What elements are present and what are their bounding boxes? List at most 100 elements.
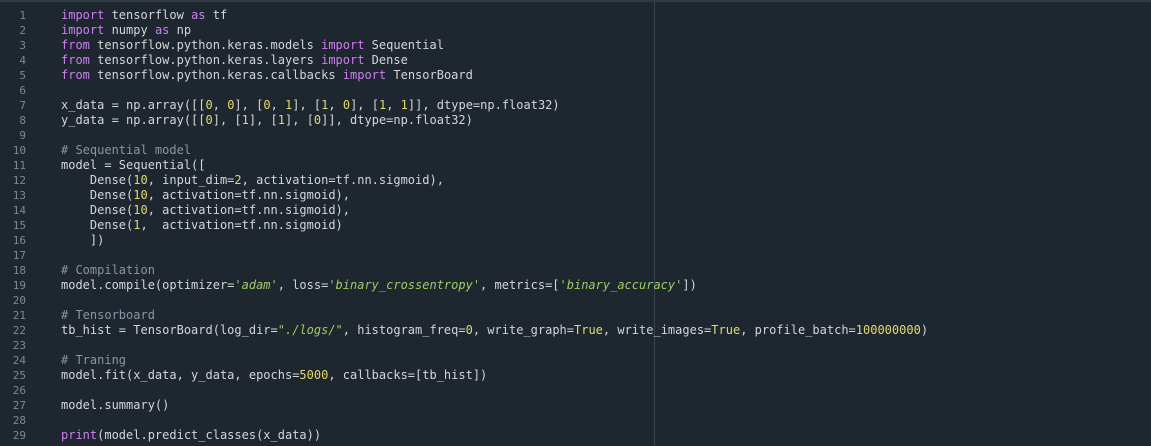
code-line[interactable]: 11 model = Sequential([ xyxy=(0,158,1151,173)
line-number: 22 xyxy=(12,324,26,337)
code-line[interactable]: 5 from tensorflow.python.keras.callbacks … xyxy=(0,68,1151,83)
code-text[interactable]: import numpy as np xyxy=(61,23,191,38)
code-token: 0 xyxy=(465,323,473,337)
code-text[interactable]: # Compilation xyxy=(61,263,155,278)
code-line[interactable]: 3 from tensorflow.python.keras.models imp… xyxy=(0,38,1151,53)
code-line[interactable]: 10 # Sequential model xyxy=(0,143,1151,158)
code-text[interactable]: model.summary() xyxy=(61,398,169,413)
code-line[interactable]: 13 Dense(10, activation=tf.nn.sigmoid), xyxy=(0,188,1151,203)
code-line[interactable]: 2 import numpy as np xyxy=(0,23,1151,38)
code-text[interactable]: model = Sequential([ xyxy=(61,158,206,173)
code-token: ]], dtype=np.float32) xyxy=(407,98,560,112)
code-token: , activation=tf.nn.sigmoid), xyxy=(147,203,350,217)
code-text[interactable]: from tensorflow.python.keras.callbacks i… xyxy=(61,68,473,83)
code-token: , write_graph= xyxy=(472,323,574,337)
code-token: # Sequential model xyxy=(61,143,192,157)
code-text[interactable]: import tensorflow as tf xyxy=(61,8,227,23)
code-line[interactable]: 25 model.fit(x_data, y_data, epochs=5000,… xyxy=(0,368,1151,383)
code-token: 10 xyxy=(133,188,148,202)
code-token: tensorflow xyxy=(104,8,192,22)
code-token: TensorBoard xyxy=(386,68,473,82)
code-text[interactable]: x_data = np.array([[0, 0], [0, 1], [1, 0… xyxy=(61,98,560,113)
code-line[interactable]: 9 xyxy=(0,128,1151,143)
code-text[interactable]: # Tensorboard xyxy=(61,308,155,323)
code-token: Dense( xyxy=(61,188,134,202)
code-line[interactable]: 21 # Tensorboard xyxy=(0,308,1151,323)
line-number: 13 xyxy=(12,189,26,202)
line-number: 16 xyxy=(12,234,26,247)
code-token: 1 xyxy=(241,113,249,127)
code-text[interactable]: Dense(10, activation=tf.nn.sigmoid), xyxy=(61,203,350,218)
line-number: 12 xyxy=(12,174,26,187)
code-line[interactable]: 6 xyxy=(0,83,1151,98)
code-text[interactable]: model.compile(optimizer='adam', loss='bi… xyxy=(61,278,697,293)
code-text[interactable]: tb_hist = TensorBoard(log_dir="./logs/",… xyxy=(61,323,928,338)
code-token: import xyxy=(342,68,387,82)
code-lines[interactable]: 1 import tensorflow as tf 2 import numpy as… xyxy=(0,8,1151,443)
code-line[interactable]: 14 Dense(10, activation=tf.nn.sigmoid), xyxy=(0,203,1151,218)
line-number: 20 xyxy=(12,294,26,307)
code-token: tb_hist = TensorBoard(log_dir= xyxy=(61,323,278,337)
code-line[interactable]: 4 from tensorflow.python.keras.layers imp… xyxy=(0,53,1151,68)
code-token: ], [ xyxy=(212,113,242,127)
line-number: 10 xyxy=(12,144,26,157)
code-token: model.compile(optimizer= xyxy=(61,278,235,292)
code-line[interactable]: 26 xyxy=(0,383,1151,398)
code-token: numpy xyxy=(104,23,155,37)
code-token: 'adam' xyxy=(234,278,278,292)
code-line[interactable]: 27 model.summary() xyxy=(0,398,1151,413)
code-token: from xyxy=(61,38,90,52)
code-text[interactable]: Dense(10, input_dim=2, activation=tf.nn.… xyxy=(61,173,444,188)
code-line[interactable]: 8 y_data = np.array([[0], [1], [1], [0]],… xyxy=(0,113,1151,128)
code-line[interactable]: 22 tb_hist = TensorBoard(log_dir="./logs/… xyxy=(0,323,1151,338)
code-line[interactable]: 24 # Traning xyxy=(0,353,1151,368)
code-text[interactable]: # Sequential model xyxy=(61,143,191,158)
code-line[interactable]: 18 # Compilation xyxy=(0,263,1151,278)
line-number: 21 xyxy=(12,309,26,322)
code-text[interactable]: from tensorflow.python.keras.models impo… xyxy=(61,38,444,53)
code-text[interactable]: ]) xyxy=(61,233,104,248)
code-line[interactable]: 16 ]) xyxy=(0,233,1151,248)
line-number: 19 xyxy=(12,279,26,292)
code-line[interactable]: 17 xyxy=(0,248,1151,263)
code-token: , activation=tf.nn.sigmoid), xyxy=(241,173,444,187)
code-token: (model.predict_classes(x_data)) xyxy=(97,428,322,442)
code-token: "./logs/" xyxy=(277,323,343,337)
code-token: Dense( xyxy=(61,203,134,217)
code-token: import xyxy=(61,23,105,37)
code-token: 1 xyxy=(277,113,286,127)
code-text[interactable]: # Traning xyxy=(61,353,126,368)
code-line[interactable]: 29 print(model.predict_classes(x_data)) xyxy=(0,428,1151,443)
code-line[interactable]: 7 x_data = np.array([[0, 0], [0, 1], [1, … xyxy=(0,98,1151,113)
line-number: 1 xyxy=(19,9,26,22)
code-token: tf xyxy=(205,8,228,22)
code-token: ]) xyxy=(682,278,697,292)
code-line[interactable]: 1 import tensorflow as tf xyxy=(0,8,1151,23)
code-editor[interactable]: 1 import tensorflow as tf 2 import numpy as… xyxy=(0,0,1151,446)
line-number: 29 xyxy=(12,429,26,442)
code-text[interactable]: Dense(10, activation=tf.nn.sigmoid), xyxy=(61,188,350,203)
line-number: 18 xyxy=(12,264,26,277)
code-token: 2 xyxy=(234,173,242,187)
code-line[interactable]: 15 Dense(1, activation=tf.nn.sigmoid) xyxy=(0,218,1151,233)
code-token: tensorflow.python.keras.models xyxy=(89,38,322,52)
code-line[interactable]: 23 xyxy=(0,338,1151,353)
code-token: , xyxy=(212,98,228,112)
code-line[interactable]: 19 model.compile(optimizer='adam', loss='… xyxy=(0,278,1151,293)
code-token: , xyxy=(270,98,286,112)
code-token: True xyxy=(574,323,603,337)
code-token: as xyxy=(191,8,206,22)
code-line[interactable]: 28 xyxy=(0,413,1151,428)
code-token: 0 xyxy=(263,98,271,112)
code-text[interactable]: from tensorflow.python.keras.layers impo… xyxy=(61,53,408,68)
code-text[interactable]: model.fit(x_data, y_data, epochs=5000, c… xyxy=(61,368,487,383)
line-number: 3 xyxy=(19,39,26,52)
code-line[interactable]: 12 Dense(10, input_dim=2, activation=tf.… xyxy=(0,173,1151,188)
code-text[interactable]: print(model.predict_classes(x_data)) xyxy=(61,428,321,443)
code-text[interactable]: y_data = np.array([[0], [1], [1], [0]], … xyxy=(61,113,473,128)
code-token: 0 xyxy=(205,113,213,127)
code-token: 10 xyxy=(133,173,148,187)
code-text[interactable]: Dense(1, activation=tf.nn.sigmoid) xyxy=(61,218,343,233)
code-token: , write_images= xyxy=(602,323,712,337)
code-line[interactable]: 20 xyxy=(0,293,1151,308)
